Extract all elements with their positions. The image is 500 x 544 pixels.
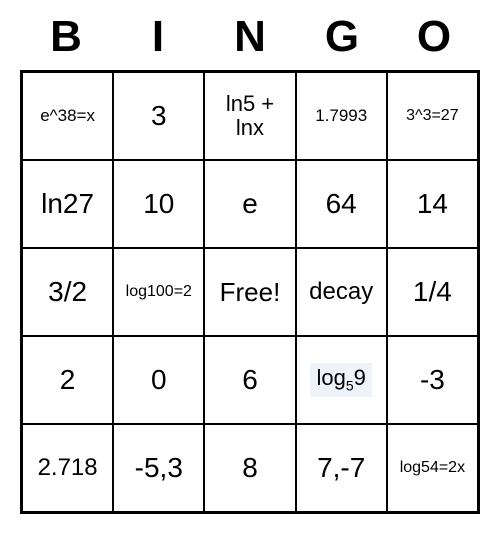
cell-i1[interactable]: 3 xyxy=(113,72,204,160)
cell-n1[interactable]: ln5 + lnx xyxy=(204,72,295,160)
cell-b1[interactable]: e^38=x xyxy=(22,72,113,160)
header-b: B xyxy=(20,12,112,70)
cell-o5[interactable]: log54=2x xyxy=(387,424,478,512)
cell-g5[interactable]: 7,-7 xyxy=(296,424,387,512)
header-i: I xyxy=(112,12,204,70)
cell-b4[interactable]: 2 xyxy=(22,336,113,424)
header-n: N xyxy=(204,12,296,70)
cell-n2[interactable]: e xyxy=(204,160,295,248)
header-g: G xyxy=(296,12,388,70)
bingo-grid: e^38=x 3 ln5 + lnx 1.7993 3^3=27 ln27 10… xyxy=(20,70,480,514)
cell-i4[interactable]: 0 xyxy=(113,336,204,424)
cell-o4[interactable]: -3 xyxy=(387,336,478,424)
cell-g2[interactable]: 64 xyxy=(296,160,387,248)
bingo-card: B I N G O e^38=x 3 ln5 + lnx 1.7993 3^3=… xyxy=(20,12,480,514)
cell-b3[interactable]: 3/2 xyxy=(22,248,113,336)
header-o: O xyxy=(388,12,480,70)
cell-n5[interactable]: 8 xyxy=(204,424,295,512)
log-subscript: 5 xyxy=(346,378,354,394)
cell-n4[interactable]: 6 xyxy=(204,336,295,424)
cell-free[interactable]: Free! xyxy=(204,248,295,336)
cell-g3[interactable]: decay xyxy=(296,248,387,336)
cell-i3[interactable]: log100=2 xyxy=(113,248,204,336)
bingo-header-row: B I N G O xyxy=(20,12,480,70)
log-suffix: 9 xyxy=(354,365,366,390)
cell-g1[interactable]: 1.7993 xyxy=(296,72,387,160)
cell-o2[interactable]: 14 xyxy=(387,160,478,248)
log-formula: log59 xyxy=(310,363,371,397)
cell-o3[interactable]: 1/4 xyxy=(387,248,478,336)
cell-i5[interactable]: -5,3 xyxy=(113,424,204,512)
cell-i2[interactable]: 10 xyxy=(113,160,204,248)
log-prefix: log xyxy=(316,365,345,390)
cell-b5[interactable]: 2.718 xyxy=(22,424,113,512)
cell-g4[interactable]: log59 xyxy=(296,336,387,424)
cell-b2[interactable]: ln27 xyxy=(22,160,113,248)
cell-o1[interactable]: 3^3=27 xyxy=(387,72,478,160)
